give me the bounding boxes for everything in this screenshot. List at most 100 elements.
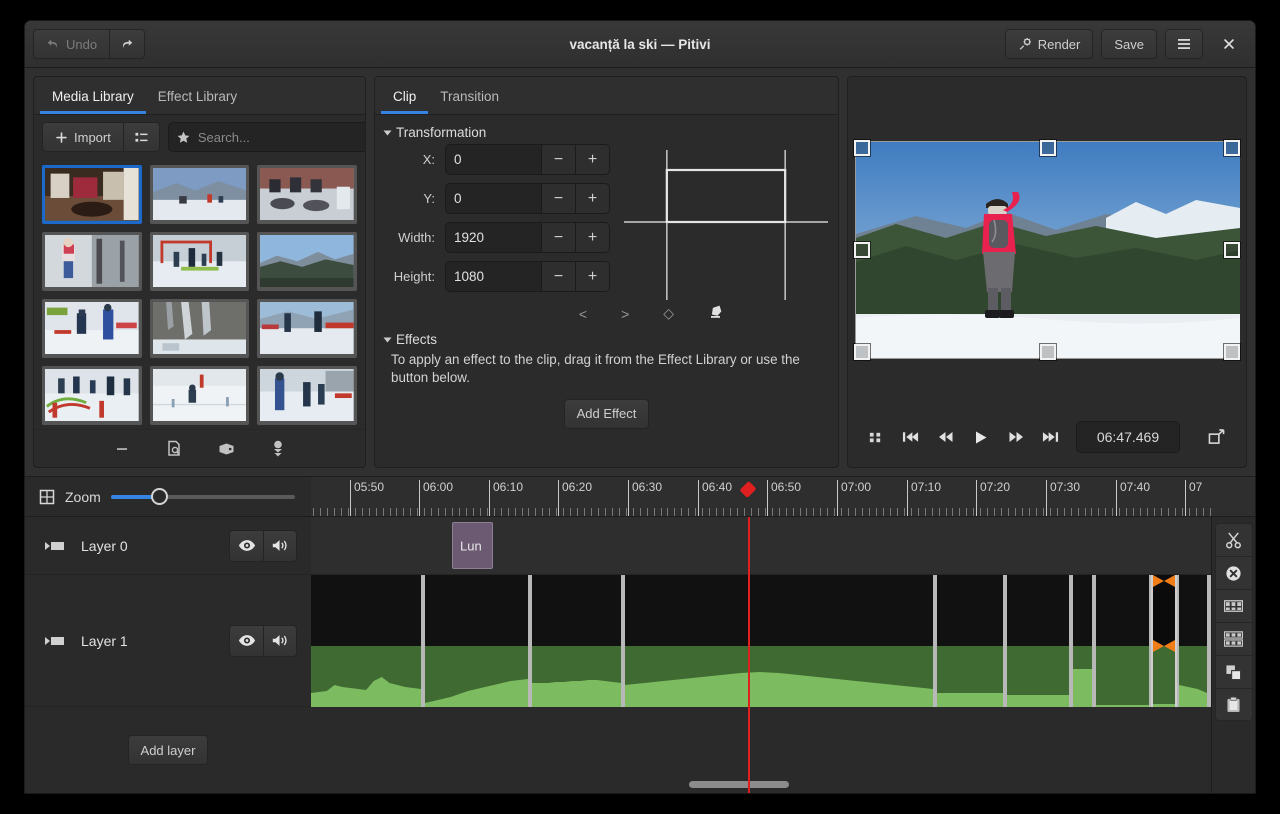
redo-button[interactable]: [109, 29, 145, 59]
timeline-clip[interactable]: [423, 575, 530, 707]
clear-keyframes-button[interactable]: [708, 305, 724, 322]
x-minus-button[interactable]: −: [541, 145, 575, 174]
prev-keyframe-button[interactable]: <: [579, 306, 587, 322]
clip-thumbnail-1[interactable]: [42, 165, 142, 224]
width-value[interactable]: 1920: [446, 223, 541, 252]
y-plus-button[interactable]: +: [575, 184, 609, 213]
import-button[interactable]: Import: [42, 122, 123, 152]
menu-button[interactable]: [1165, 29, 1203, 59]
height-plus-button[interactable]: +: [575, 262, 609, 291]
zoom-slider-knob[interactable]: [151, 488, 168, 505]
tab-transition[interactable]: Transition: [428, 83, 511, 114]
skip-to-end-button[interactable]: [1033, 420, 1068, 454]
clip-thumbnail-7[interactable]: [42, 299, 142, 358]
effects-expander[interactable]: Effects: [385, 332, 828, 347]
timeline-clip[interactable]: [1005, 575, 1071, 707]
trim-handle-left[interactable]: [1153, 640, 1164, 652]
y-minus-button[interactable]: −: [541, 184, 575, 213]
group-button[interactable]: [1215, 589, 1253, 622]
detach-viewer-button[interactable]: [1201, 420, 1236, 454]
transform-handle-top-right[interactable]: [1224, 140, 1240, 156]
transformation-expander[interactable]: Transformation: [385, 125, 828, 140]
clip-thumbnail-5[interactable]: [150, 232, 250, 291]
clip-thumbnail-6[interactable]: [257, 232, 357, 291]
grid-toggle-button[interactable]: [858, 420, 893, 454]
tab-clip[interactable]: Clip: [381, 83, 428, 114]
timeline-clip[interactable]: [1209, 575, 1211, 707]
timeline-clip[interactable]: [530, 575, 623, 707]
trim-handle-right[interactable]: [1164, 640, 1175, 652]
remove-clip-button[interactable]: [114, 441, 130, 457]
transformation-preview[interactable]: [624, 150, 828, 303]
insert-at-end-button[interactable]: [271, 440, 285, 458]
clip-trim-handles-bottom[interactable]: [1153, 640, 1175, 651]
transform-handle-middle-left[interactable]: [854, 242, 870, 258]
play-button[interactable]: [963, 420, 998, 454]
clip-thumbnail-11[interactable]: [150, 366, 250, 425]
layer-1-audio-toggle[interactable]: [263, 625, 297, 657]
playhead-marker[interactable]: [740, 481, 757, 498]
y-spinner[interactable]: 0 − +: [445, 183, 610, 214]
zoom-slider[interactable]: [111, 488, 295, 506]
add-effect-button[interactable]: Add Effect: [564, 399, 650, 429]
x-spinner[interactable]: 0 − +: [445, 144, 610, 175]
layer-control-1[interactable]: Layer 1: [25, 575, 311, 707]
video-frame[interactable]: [856, 142, 1238, 358]
tag-button[interactable]: [218, 441, 235, 457]
layer-control-0[interactable]: Layer 0: [25, 517, 311, 575]
layer-1-visibility-toggle[interactable]: [229, 625, 263, 657]
transform-handle-bottom-center[interactable]: [1040, 344, 1056, 360]
transform-handle-middle-right[interactable]: [1224, 242, 1240, 258]
width-plus-button[interactable]: +: [575, 223, 609, 252]
timeline-clip[interactable]: [1151, 575, 1177, 707]
scrollbar-thumb[interactable]: [689, 781, 789, 788]
clip-thumbnail-12[interactable]: [257, 366, 357, 425]
fast-forward-button[interactable]: [998, 420, 1033, 454]
tab-effect-library[interactable]: Effect Library: [146, 83, 249, 114]
add-layer-button[interactable]: Add layer: [128, 735, 209, 765]
width-spinner[interactable]: 1920 − +: [445, 222, 610, 253]
zoom-fit-icon[interactable]: [39, 489, 55, 505]
timecode-display[interactable]: 06:47.469: [1076, 421, 1180, 453]
transform-handle-bottom-right[interactable]: [1224, 344, 1240, 360]
layer-0-track[interactable]: Lun: [311, 517, 1211, 575]
ungroup-button[interactable]: [1215, 622, 1253, 655]
timeline-clip[interactable]: [1177, 575, 1209, 707]
height-spinner[interactable]: 1080 − +: [445, 261, 610, 292]
clip-thumbnail-2[interactable]: [150, 165, 250, 224]
height-value[interactable]: 1080: [446, 262, 541, 291]
undo-button[interactable]: Undo: [33, 29, 109, 59]
add-keyframe-button[interactable]: ◇: [663, 305, 674, 322]
layer-0-audio-toggle[interactable]: [263, 530, 297, 562]
save-button[interactable]: Save: [1101, 29, 1157, 59]
clip-thumbnail-8[interactable]: [150, 299, 250, 358]
timeline-tracks[interactable]: Lun: [311, 517, 1211, 793]
timeline-clip[interactable]: [623, 575, 935, 707]
clip-thumbnail-9[interactable]: [257, 299, 357, 358]
timeline-horizontal-scrollbar[interactable]: [311, 781, 1167, 788]
clip-thumbnail-4[interactable]: [42, 232, 142, 291]
trim-handle-right[interactable]: [1164, 575, 1175, 587]
paste-button[interactable]: [1215, 688, 1253, 721]
close-button[interactable]: [1211, 29, 1247, 59]
x-plus-button[interactable]: +: [575, 145, 609, 174]
render-button[interactable]: Render: [1005, 29, 1094, 59]
tab-media-library[interactable]: Media Library: [40, 83, 146, 114]
search-box[interactable]: [168, 122, 366, 152]
timeline-ruler[interactable]: 05:5006:0006:1006:2006:3006:4006:5007:00…: [311, 477, 1255, 516]
width-minus-button[interactable]: −: [541, 223, 575, 252]
split-button[interactable]: [1215, 523, 1253, 556]
timeline-clip[interactable]: [935, 575, 1005, 707]
clip-properties-button[interactable]: [166, 440, 182, 457]
next-keyframe-button[interactable]: >: [621, 306, 629, 322]
trim-handle-left[interactable]: [1153, 575, 1164, 587]
y-value[interactable]: 0: [446, 184, 541, 213]
clip-trim-handles-top[interactable]: [1153, 575, 1175, 586]
clip-thumbnail-3[interactable]: [257, 165, 357, 224]
timeline-clip[interactable]: [1094, 575, 1151, 707]
layer-0-visibility-toggle[interactable]: [229, 530, 263, 562]
rewind-button[interactable]: [928, 420, 963, 454]
copy-button[interactable]: [1215, 655, 1253, 688]
transform-handle-top-center[interactable]: [1040, 140, 1056, 156]
height-minus-button[interactable]: −: [541, 262, 575, 291]
